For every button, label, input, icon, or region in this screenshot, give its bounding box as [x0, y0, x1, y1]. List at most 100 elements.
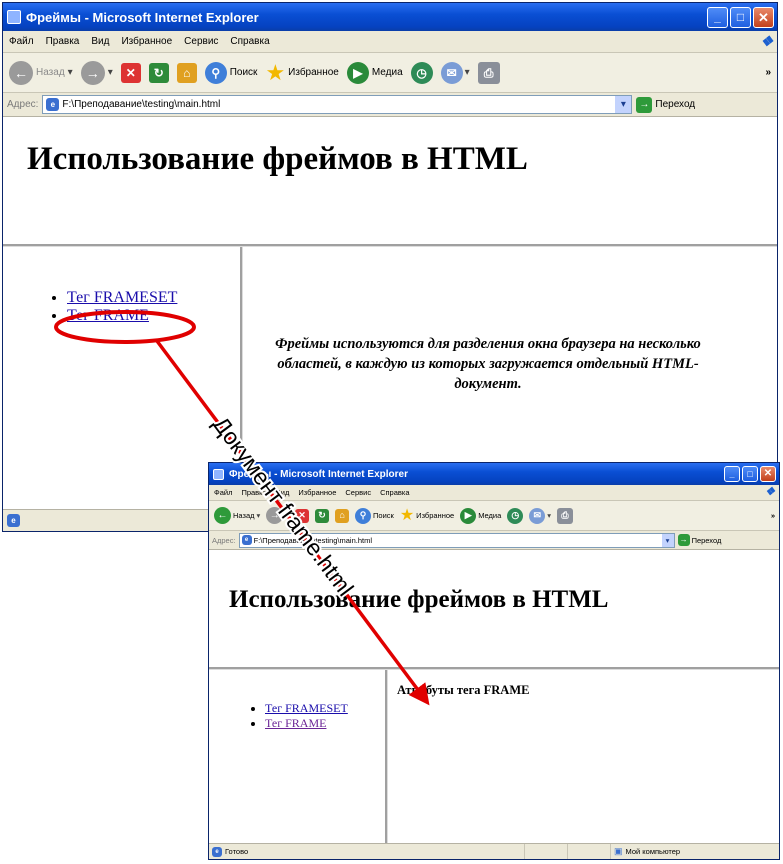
menu-help[interactable]: Справка — [230, 36, 269, 47]
menu-tools[interactable]: Сервис — [345, 488, 371, 497]
print-icon[interactable]: ⎙ — [477, 61, 500, 84]
media-icon: ▶ — [346, 61, 369, 84]
address-dropdown-icon[interactable]: ▾ — [661, 533, 674, 547]
home-icon[interactable]: ⌂ — [176, 62, 197, 83]
link-frame[interactable]: Тег FRAME — [67, 307, 149, 324]
mail-button[interactable]: ✉ ▾ — [440, 61, 470, 84]
link-frame[interactable]: Тег FRAME — [265, 716, 326, 730]
back-arrow-icon: ← — [9, 60, 33, 85]
chevron-down-icon: ▾ — [256, 511, 261, 520]
address-bar: Адрес: e F:\Преподавание\testing\main.ht… — [3, 93, 777, 117]
star-icon: ★ — [265, 59, 286, 85]
menu-file[interactable]: Файл — [9, 36, 34, 47]
search-button[interactable]: ⚲ Поиск — [204, 61, 257, 84]
menu-favorites[interactable]: Избранное — [298, 488, 336, 497]
stop-icon[interactable]: ✕ — [295, 508, 310, 523]
go-button[interactable]: → Переход — [677, 534, 722, 546]
media-label: Медиа — [371, 67, 403, 78]
toolbar: ← Назад ▾ → ▾ ✕ ↻ ⌂ ⚲ Поиск ★ Избранное … — [209, 501, 779, 531]
history-icon[interactable]: ◷ — [410, 61, 433, 84]
list-item: Тег FRAME — [265, 716, 348, 731]
title-bar[interactable]: Фреймы - Microsoft Internet Explorer _ □… — [209, 463, 779, 485]
menu-help[interactable]: Справка — [380, 488, 409, 497]
maximize-button[interactable]: □ — [730, 6, 751, 28]
print-icon[interactable]: ⎙ — [557, 507, 574, 524]
list-item: Тег FRAMESET — [265, 701, 348, 716]
go-label: Переход — [691, 535, 722, 545]
menu-tools[interactable]: Сервис — [184, 36, 218, 47]
page-icon: e — [46, 98, 60, 111]
media-button[interactable]: ▶ Медиа — [460, 507, 502, 524]
refresh-icon[interactable]: ↻ — [148, 62, 169, 83]
minimize-button[interactable]: _ — [724, 466, 740, 482]
status-zone: Мой компьютер — [625, 847, 681, 856]
menu-view[interactable]: Вид — [91, 36, 109, 47]
toolbar-overflow-icon[interactable]: » — [765, 67, 771, 78]
page-icon: e — [7, 514, 20, 527]
ie-app-icon — [213, 468, 224, 480]
status-text: Готово — [225, 844, 525, 859]
menu-view[interactable]: Вид — [276, 488, 290, 497]
back-button[interactable]: ← Назад ▾ — [9, 60, 73, 85]
frame-divider-vertical — [385, 670, 388, 843]
address-dropdown-icon[interactable]: ▾ — [615, 96, 632, 113]
page-heading: Использование фреймов в HTML — [229, 586, 609, 613]
browser-window-result: Фреймы - Microsoft Internet Explorer _ □… — [208, 462, 780, 860]
nav-list: Тег FRAMESET Тег FRAME — [67, 289, 177, 325]
toolbar-overflow-icon[interactable]: » — [771, 511, 775, 520]
go-arrow-icon: → — [677, 534, 690, 546]
address-input[interactable]: e F:\Преподавание\testing\main.html ▾ — [238, 532, 675, 548]
search-label: Поиск — [373, 511, 394, 520]
status-cell — [528, 844, 568, 859]
media-button[interactable]: ▶ Медиа — [346, 61, 403, 84]
favorites-label: Избранное — [288, 67, 339, 78]
link-frameset[interactable]: Тег FRAMESET — [265, 701, 348, 715]
forward-button[interactable]: → ▾ — [266, 507, 289, 524]
page-content: Использование фреймов в HTML Тег FRAMESE… — [3, 117, 777, 509]
mail-button[interactable]: ✉ ▾ — [529, 507, 551, 524]
link-frameset[interactable]: Тег FRAMESET — [67, 289, 177, 306]
home-icon[interactable]: ⌂ — [335, 508, 350, 523]
status-bar: e Готово ▣ Мой компьютер — [209, 843, 779, 859]
title-bar[interactable]: Фреймы - Microsoft Internet Explorer _ □… — [3, 3, 777, 31]
favorites-button[interactable]: ★ Избранное — [400, 507, 454, 524]
search-button[interactable]: ⚲ Поиск — [355, 507, 394, 524]
window-controls: _ □ ✕ — [707, 6, 774, 28]
frame-content-heading: Атрибуты тега FRAME — [397, 683, 530, 697]
browser-window-main: Фреймы - Microsoft Internet Explorer _ □… — [2, 2, 778, 532]
forward-button[interactable]: → ▾ — [80, 60, 113, 85]
menu-edit[interactable]: Правка — [46, 36, 80, 47]
go-button[interactable]: → Переход — [636, 96, 696, 113]
refresh-icon[interactable]: ↻ — [315, 508, 330, 523]
page-icon: e — [212, 846, 222, 857]
menu-edit[interactable]: Правка — [241, 488, 266, 497]
close-button[interactable]: ✕ — [753, 6, 774, 28]
close-button[interactable]: ✕ — [760, 466, 776, 482]
search-icon: ⚲ — [355, 507, 372, 524]
page-content: Использование фреймов в HTML Тег FRAMESE… — [209, 550, 779, 843]
history-icon[interactable]: ◷ — [507, 507, 524, 524]
address-value: F:\Преподавание\testing\main.html — [62, 99, 221, 110]
frame-divider-horizontal — [209, 667, 779, 670]
address-input[interactable]: e F:\Преподавание\testing\main.html ▾ — [42, 95, 633, 114]
back-arrow-icon: ← — [214, 507, 231, 524]
chevron-down-icon: ▾ — [67, 67, 73, 78]
page-icon: e — [241, 535, 252, 545]
media-label: Медиа — [478, 511, 502, 520]
address-label: Адрес: — [7, 99, 39, 110]
back-button[interactable]: ← Назад ▾ — [214, 507, 260, 524]
menu-favorites[interactable]: Избранное — [121, 36, 172, 47]
list-item: Тег FRAME — [67, 307, 177, 325]
menu-file[interactable]: Файл — [214, 488, 232, 497]
search-icon: ⚲ — [204, 61, 227, 84]
forward-arrow-icon: → — [80, 60, 105, 85]
page-heading: Использование фреймов в HTML — [27, 141, 528, 177]
go-label: Переход — [655, 99, 696, 110]
window-controls: _ □ ✕ — [724, 466, 776, 482]
minimize-button[interactable]: _ — [707, 6, 728, 28]
stop-icon[interactable]: ✕ — [120, 62, 141, 83]
window-title: Фреймы - Microsoft Internet Explorer — [229, 468, 408, 480]
maximize-button[interactable]: □ — [742, 466, 758, 482]
nav-list: Тег FRAMESET Тег FRAME — [265, 701, 348, 731]
favorites-button[interactable]: ★ Избранное — [265, 59, 339, 85]
